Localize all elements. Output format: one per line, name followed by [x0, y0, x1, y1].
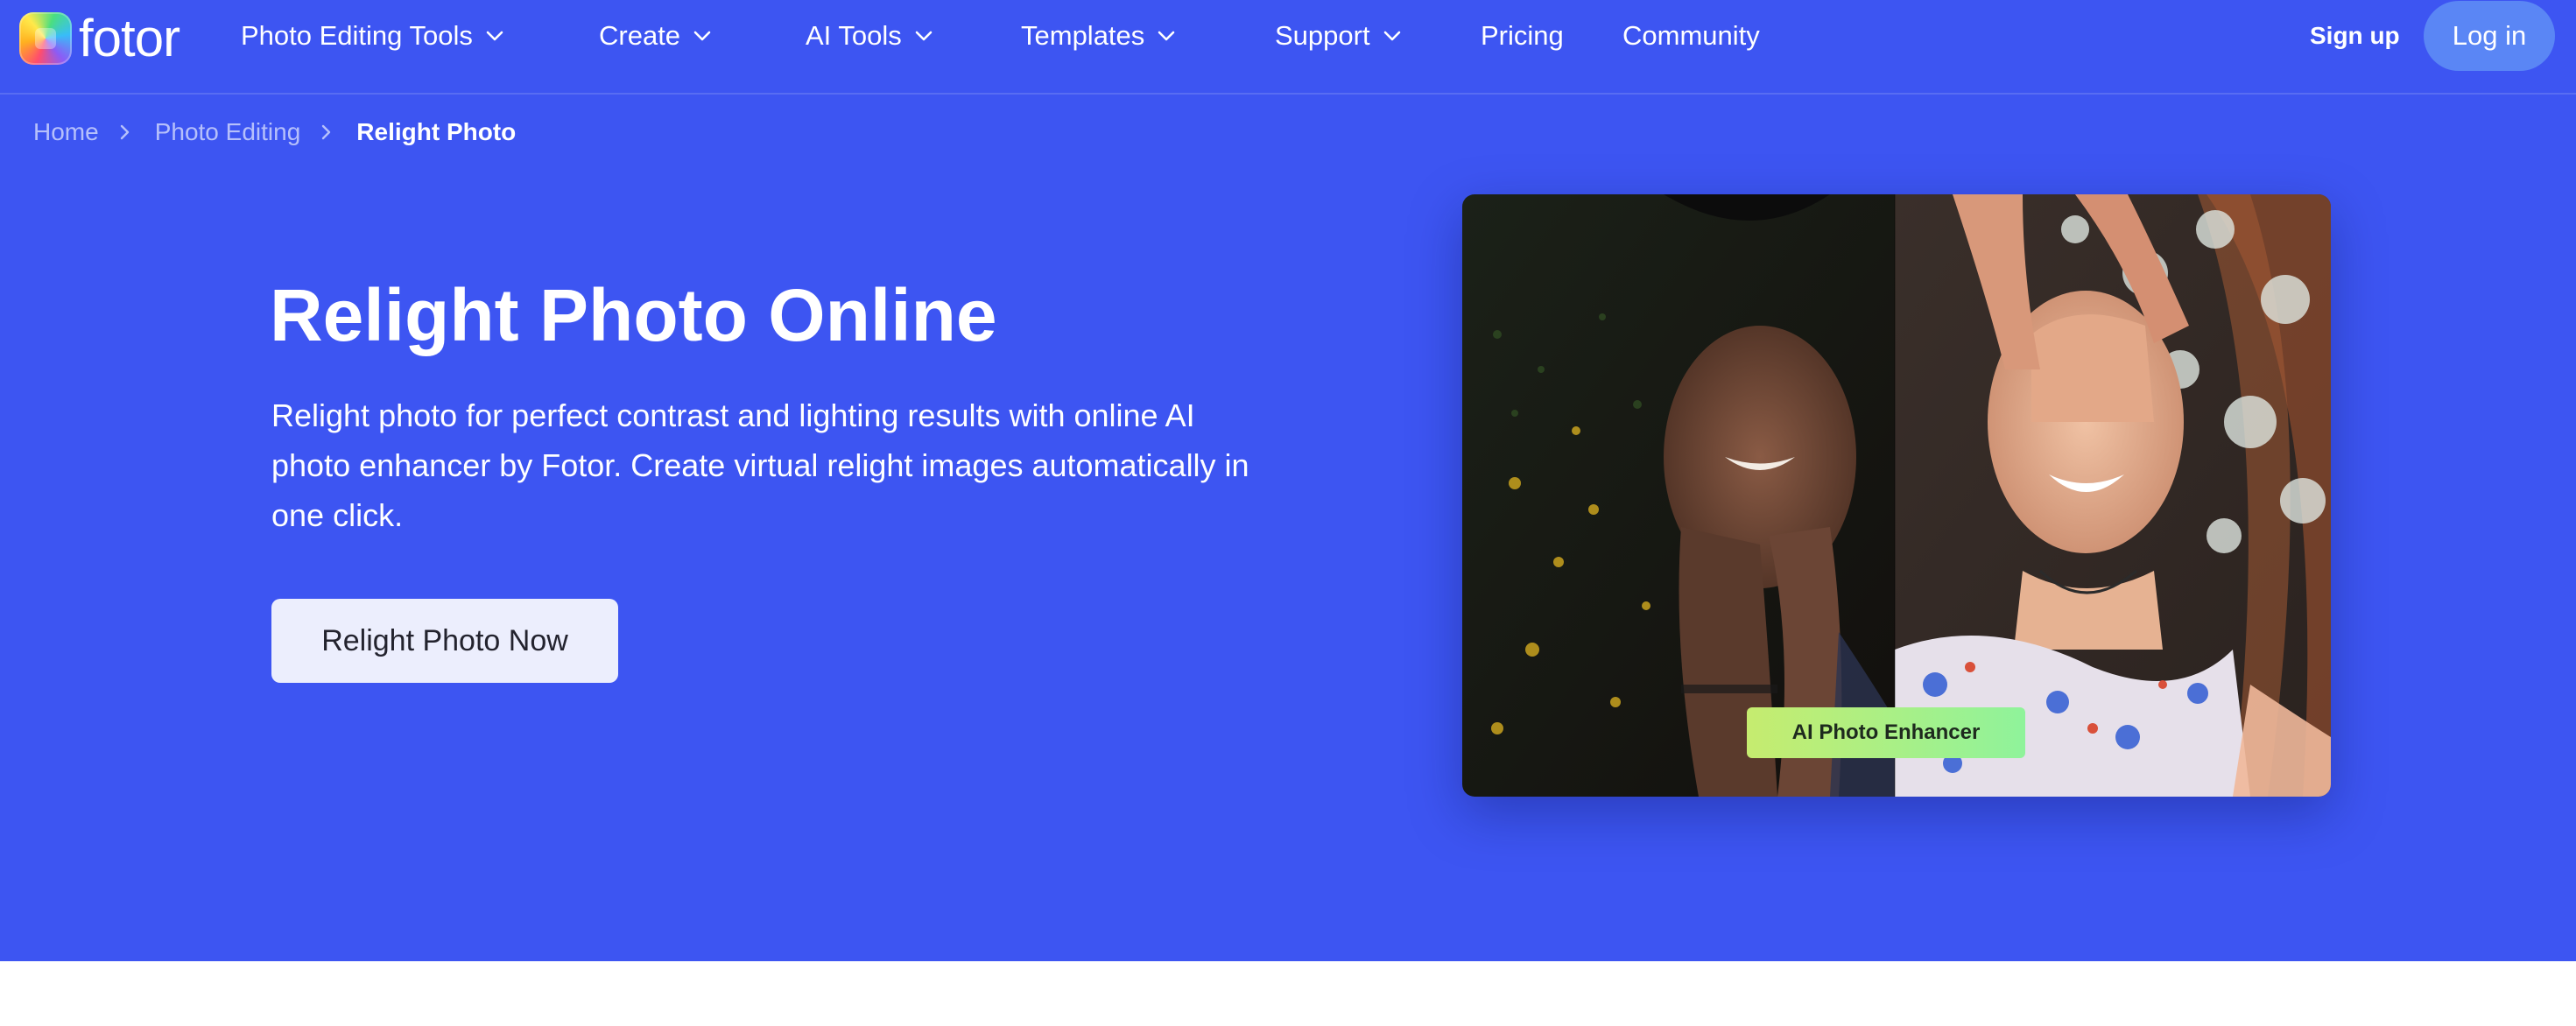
log-in-button[interactable]: Log in	[2424, 1, 2555, 71]
nav-pricing[interactable]: Pricing	[1481, 0, 1564, 72]
nav-support[interactable]: Support	[1275, 0, 1402, 72]
chevron-right-icon	[320, 123, 334, 141]
nav-label: Create	[599, 20, 681, 51]
chevron-down-icon	[914, 26, 933, 46]
chevron-down-icon	[1157, 26, 1176, 46]
logo-wordmark: fotor	[79, 9, 180, 67]
before-after-comparison-image	[1462, 194, 2331, 797]
chevron-down-icon	[693, 26, 712, 46]
nav-label: Pricing	[1481, 20, 1564, 51]
nav-label: AI Tools	[806, 20, 902, 51]
fotor-logo-icon	[19, 12, 72, 65]
hero-section: fotor Photo Editing Tools Create AI Tool…	[0, 0, 2576, 961]
breadcrumb: Home Photo Editing Relight Photo	[33, 114, 516, 151]
ai-photo-enhancer-badge: AI Photo Enhancer	[1747, 707, 2025, 758]
nav-ai-tools[interactable]: AI Tools	[806, 0, 933, 72]
chevron-right-icon	[118, 123, 132, 141]
relight-photo-now-button[interactable]: Relight Photo Now	[271, 599, 618, 683]
page-title: Relight Photo Online	[270, 274, 997, 356]
top-navigation: fotor Photo Editing Tools Create AI Tool…	[0, 0, 2576, 95]
nav-photo-editing-tools[interactable]: Photo Editing Tools	[241, 0, 504, 72]
nav-label: Support	[1275, 20, 1370, 51]
fotor-logo[interactable]: fotor	[19, 9, 180, 67]
nav-label: Photo Editing Tools	[241, 20, 473, 51]
nav-community[interactable]: Community	[1622, 0, 1760, 72]
chevron-down-icon	[485, 26, 504, 46]
nav-create[interactable]: Create	[599, 0, 712, 72]
breadcrumb-current: Relight Photo	[356, 118, 517, 145]
chevron-down-icon	[1383, 26, 1402, 46]
breadcrumb-photo-editing[interactable]: Photo Editing	[155, 118, 301, 146]
nav-label: Templates	[1021, 20, 1145, 51]
sign-up-link[interactable]: Sign up	[2310, 0, 2400, 72]
hero-description: Relight photo for perfect contrast and l…	[271, 397, 1249, 533]
breadcrumb-home[interactable]: Home	[33, 118, 99, 146]
nav-templates[interactable]: Templates	[1021, 0, 1176, 72]
nav-label: Community	[1622, 20, 1760, 51]
